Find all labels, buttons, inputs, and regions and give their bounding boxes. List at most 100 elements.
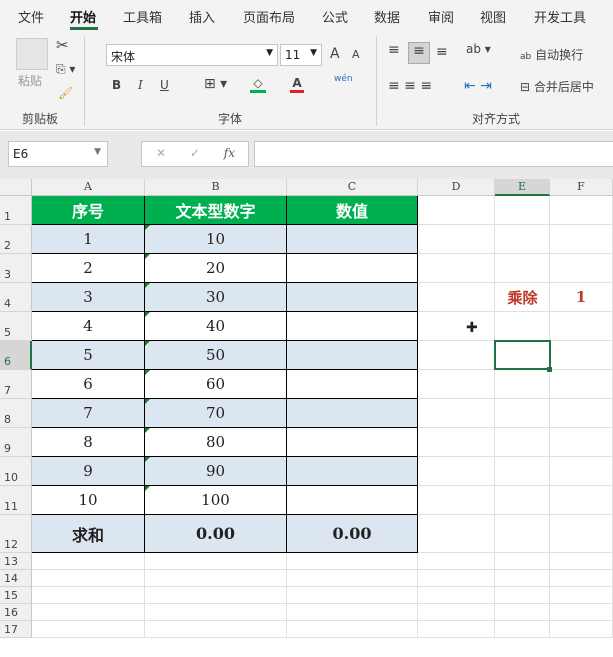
table-cell[interactable]: 20 xyxy=(145,254,287,283)
table-cell[interactable] xyxy=(287,457,418,486)
table-cell[interactable]: 5 xyxy=(32,341,145,370)
row-header-6[interactable]: 6 xyxy=(0,341,32,370)
cell[interactable] xyxy=(495,370,550,399)
tab-2[interactable]: 工具箱 xyxy=(123,7,162,26)
cell[interactable] xyxy=(418,283,495,312)
fill-handle[interactable] xyxy=(547,367,552,372)
phonetic-button[interactable]: wén xyxy=(334,74,353,84)
row-header-4[interactable]: 4 xyxy=(0,283,32,312)
cell[interactable] xyxy=(550,370,613,399)
row-header-12[interactable]: 12 xyxy=(0,515,32,553)
table-cell[interactable]: 10 xyxy=(32,486,145,515)
cell[interactable] xyxy=(550,341,613,370)
total-cell[interactable]: 0.00 xyxy=(287,515,418,553)
cell[interactable] xyxy=(550,587,613,604)
table-cell[interactable]: 4 xyxy=(32,312,145,341)
format-painter-icon[interactable]: 🖌 xyxy=(58,86,73,100)
table-cell[interactable]: 1 xyxy=(32,225,145,254)
column-header-E[interactable]: E xyxy=(495,179,550,196)
tab-0[interactable]: 文件 xyxy=(18,7,44,26)
cell[interactable] xyxy=(418,428,495,457)
cell[interactable] xyxy=(418,515,495,553)
row-header-7[interactable]: 7 xyxy=(0,370,32,399)
tab-5[interactable]: 公式 xyxy=(322,7,348,26)
cell[interactable] xyxy=(418,399,495,428)
cell[interactable] xyxy=(495,604,550,621)
cell[interactable] xyxy=(418,553,495,570)
cell[interactable] xyxy=(32,570,145,587)
column-header-B[interactable]: B xyxy=(145,179,287,196)
table-cell[interactable]: 2 xyxy=(32,254,145,283)
column-header-F[interactable]: F xyxy=(550,179,613,196)
cell[interactable] xyxy=(145,621,287,638)
cell[interactable] xyxy=(287,604,418,621)
cell[interactable] xyxy=(32,621,145,638)
table-cell[interactable]: 40 xyxy=(145,312,287,341)
paste-icon[interactable] xyxy=(16,38,48,70)
cell[interactable] xyxy=(550,428,613,457)
cell[interactable] xyxy=(550,604,613,621)
table-cell[interactable]: 70 xyxy=(145,399,287,428)
cell[interactable] xyxy=(418,457,495,486)
cell[interactable] xyxy=(495,225,550,254)
enter-button[interactable]: ✓ xyxy=(190,146,200,160)
cell[interactable] xyxy=(495,399,550,428)
cell[interactable] xyxy=(550,570,613,587)
cell[interactable] xyxy=(550,196,613,225)
table-cell[interactable]: 50 xyxy=(145,341,287,370)
cut-icon[interactable]: ✂ xyxy=(56,36,69,54)
value-cell[interactable]: 1 xyxy=(550,283,613,312)
borders-icon[interactable]: ⊞ ▾ xyxy=(204,76,227,92)
cell[interactable] xyxy=(495,254,550,283)
table-cell[interactable] xyxy=(287,312,418,341)
align-top-icon[interactable]: ≡ xyxy=(388,42,400,58)
merge-center-button[interactable]: ⊟ 合并后居中 xyxy=(520,78,594,95)
cell[interactable] xyxy=(495,515,550,553)
table-cell[interactable]: 6 xyxy=(32,370,145,399)
insert-function-button[interactable]: fx xyxy=(224,146,235,160)
cell[interactable] xyxy=(32,587,145,604)
cell[interactable] xyxy=(287,587,418,604)
paste-button[interactable]: 粘贴 xyxy=(18,72,42,89)
cell[interactable] xyxy=(418,570,495,587)
row-header-16[interactable]: 16 xyxy=(0,604,32,621)
label-cell[interactable]: 乘除 xyxy=(495,283,550,312)
row-header-14[interactable]: 14 xyxy=(0,570,32,587)
tab-1[interactable]: 开始 xyxy=(70,7,96,26)
table-header-cell[interactable]: 数值 xyxy=(287,196,418,225)
cell[interactable] xyxy=(495,428,550,457)
cell[interactable] xyxy=(145,570,287,587)
row-header-11[interactable]: 11 xyxy=(0,486,32,515)
cell[interactable] xyxy=(495,457,550,486)
row-header-10[interactable]: 10 xyxy=(0,457,32,486)
table-cell[interactable]: 30 xyxy=(145,283,287,312)
row-header-3[interactable]: 3 xyxy=(0,254,32,283)
row-header-8[interactable]: 8 xyxy=(0,399,32,428)
table-cell[interactable]: 3 xyxy=(32,283,145,312)
formula-input[interactable] xyxy=(254,141,613,167)
cell[interactable] xyxy=(418,196,495,225)
orientation-icon[interactable]: ab ▾ xyxy=(466,42,491,56)
tab-7[interactable]: 审阅 xyxy=(428,7,454,26)
table-cell[interactable]: 7 xyxy=(32,399,145,428)
cell[interactable] xyxy=(418,225,495,254)
tab-3[interactable]: 插入 xyxy=(189,7,215,26)
fill-color-icon[interactable]: ◇ xyxy=(250,76,266,93)
indent-icons[interactable]: ⇤ ⇥ xyxy=(464,78,492,94)
select-all-button[interactable] xyxy=(0,179,32,196)
table-cell[interactable]: 90 xyxy=(145,457,287,486)
cell[interactable] xyxy=(145,553,287,570)
cell[interactable] xyxy=(550,621,613,638)
cell[interactable] xyxy=(32,604,145,621)
table-cell[interactable]: 60 xyxy=(145,370,287,399)
table-cell[interactable] xyxy=(287,283,418,312)
table-header-cell[interactable]: 文本型数字 xyxy=(145,196,287,225)
tab-6[interactable]: 数据 xyxy=(374,7,400,26)
font-name-select[interactable]: 宋体 ▼ xyxy=(106,44,278,66)
cell[interactable] xyxy=(418,370,495,399)
cell[interactable] xyxy=(287,553,418,570)
column-header-D[interactable]: D xyxy=(418,179,495,196)
grow-font-button[interactable]: A xyxy=(330,46,340,62)
wrap-text-button[interactable]: ab 自动换行 xyxy=(520,46,583,63)
name-box[interactable]: E6 ▼ xyxy=(8,141,108,167)
